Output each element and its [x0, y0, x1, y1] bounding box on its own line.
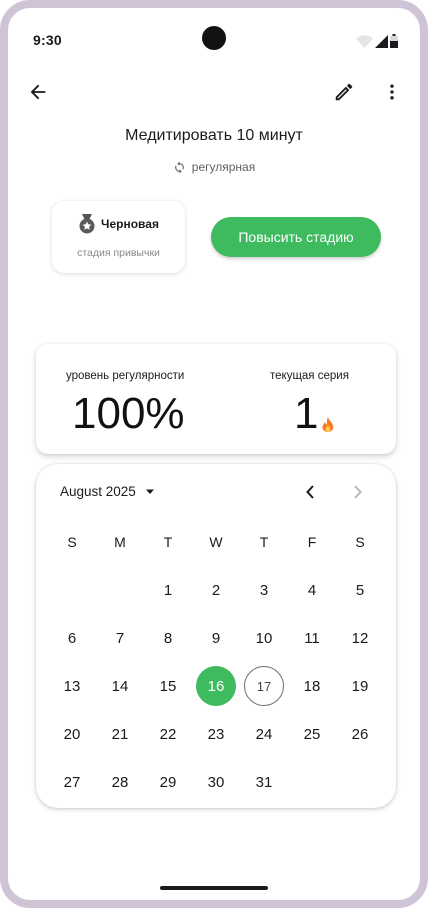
weekday-label: T [259, 534, 269, 550]
calendar-card: August 2025 S M T W T F S 1 2 3 4 5 6 7 … [36, 464, 396, 808]
weekday-label: T [163, 534, 173, 550]
calendar-day-empty [336, 762, 384, 802]
back-button[interactable] [22, 76, 54, 108]
fire-icon [322, 417, 334, 432]
stage-name: Черновая [101, 217, 159, 231]
calendar-day[interactable]: 5 [336, 570, 384, 610]
calendar-day-selected[interactable]: 16 [192, 666, 240, 706]
calendar-day[interactable]: 3 [240, 570, 288, 610]
weekday-label: F [307, 534, 317, 550]
dropdown-arrow-icon [145, 489, 154, 494]
promote-stage-button[interactable]: Повысить стадию [211, 217, 381, 257]
status-icons [356, 34, 398, 53]
streak-value: 1 [294, 389, 319, 438]
habit-title: Медитировать 10 минут [125, 127, 303, 144]
stats-card: уровень регулярности 100% текущая серия … [36, 344, 396, 454]
stage-caption: стадия привычки [77, 247, 160, 259]
calendar-day[interactable]: 28 [96, 762, 144, 802]
edit-pencil-icon [335, 83, 353, 101]
more-options-button[interactable] [376, 76, 408, 108]
weekday-label: S [67, 534, 77, 550]
weekday-label: W [209, 534, 223, 550]
calendar-day[interactable]: 21 [96, 714, 144, 754]
camera-cutout [202, 26, 226, 50]
habit-frequency: регулярная [8, 160, 420, 174]
prev-month-button[interactable] [298, 480, 322, 504]
calendar-week: 27 28 29 30 31 [48, 762, 384, 802]
calendar-week: 1 2 3 4 5 [48, 570, 384, 610]
calendar-day-empty [96, 570, 144, 610]
calendar-day[interactable]: 19 [336, 666, 384, 706]
phone-frame: 9:30 Медитировать 10 минут регулярная Че… [0, 0, 428, 908]
repeat-icon [174, 161, 184, 173]
back-arrow-icon [30, 84, 46, 100]
calendar-day[interactable]: 15 [144, 666, 192, 706]
calendar-day[interactable]: 18 [288, 666, 336, 706]
home-indicator[interactable] [160, 886, 268, 890]
calendar-day[interactable]: 14 [96, 666, 144, 706]
chevron-left-icon [306, 485, 314, 499]
battery-icon [390, 34, 398, 53]
calendar-day[interactable]: 22 [144, 714, 192, 754]
calendar-day[interactable]: 20 [48, 714, 96, 754]
calendar-day[interactable]: 1 [144, 570, 192, 610]
calendar-day[interactable]: 7 [96, 618, 144, 658]
calendar-day[interactable]: 30 [192, 762, 240, 802]
regularity-label: уровень регулярности [66, 370, 185, 382]
calendar-week: 13 14 15 16 17 18 19 [48, 666, 384, 706]
edit-button[interactable] [328, 76, 360, 108]
calendar-day[interactable]: 11 [288, 618, 336, 658]
calendar-day[interactable]: 27 [48, 762, 96, 802]
calendar-day[interactable]: 26 [336, 714, 384, 754]
calendar-day[interactable]: 23 [192, 714, 240, 754]
stage-card[interactable]: Черновая стадия привычки [52, 201, 185, 273]
weekday-header: S M T W T F S [48, 534, 384, 550]
calendar-day[interactable]: 24 [240, 714, 288, 754]
weekday-label: M [114, 534, 126, 550]
more-vert-icon [390, 84, 394, 100]
medal-icon [79, 214, 95, 234]
streak-label: текущая серия [270, 370, 349, 382]
frequency-label: регулярная [191, 160, 256, 174]
calendar-week: 6 7 8 9 10 11 12 [48, 618, 384, 658]
calendar-day[interactable]: 6 [48, 618, 96, 658]
calendar-day-today[interactable]: 17 [240, 666, 288, 706]
calendar-day[interactable]: 10 [240, 618, 288, 658]
calendar-day[interactable]: 13 [48, 666, 96, 706]
status-time: 9:30 [33, 32, 62, 48]
regularity-value: 100% [72, 389, 185, 438]
signal-icon [375, 35, 388, 53]
calendar-day[interactable]: 8 [144, 618, 192, 658]
calendar-day[interactable]: 4 [288, 570, 336, 610]
wifi-icon [356, 35, 373, 53]
calendar-day[interactable]: 31 [240, 762, 288, 802]
calendar-week: 20 21 22 23 24 25 26 [48, 714, 384, 754]
chevron-right-icon [354, 485, 362, 499]
month-selector[interactable]: August 2025 [60, 484, 155, 499]
calendar-day[interactable]: 2 [192, 570, 240, 610]
month-label: August 2025 [60, 484, 136, 499]
calendar-day[interactable]: 25 [288, 714, 336, 754]
calendar-day[interactable]: 9 [192, 618, 240, 658]
weekday-label: S [355, 534, 365, 550]
calendar-day[interactable]: 29 [144, 762, 192, 802]
calendar-day[interactable]: 12 [336, 618, 384, 658]
calendar-day-empty [288, 762, 336, 802]
next-month-button[interactable] [346, 480, 370, 504]
calendar-day-empty [48, 570, 96, 610]
